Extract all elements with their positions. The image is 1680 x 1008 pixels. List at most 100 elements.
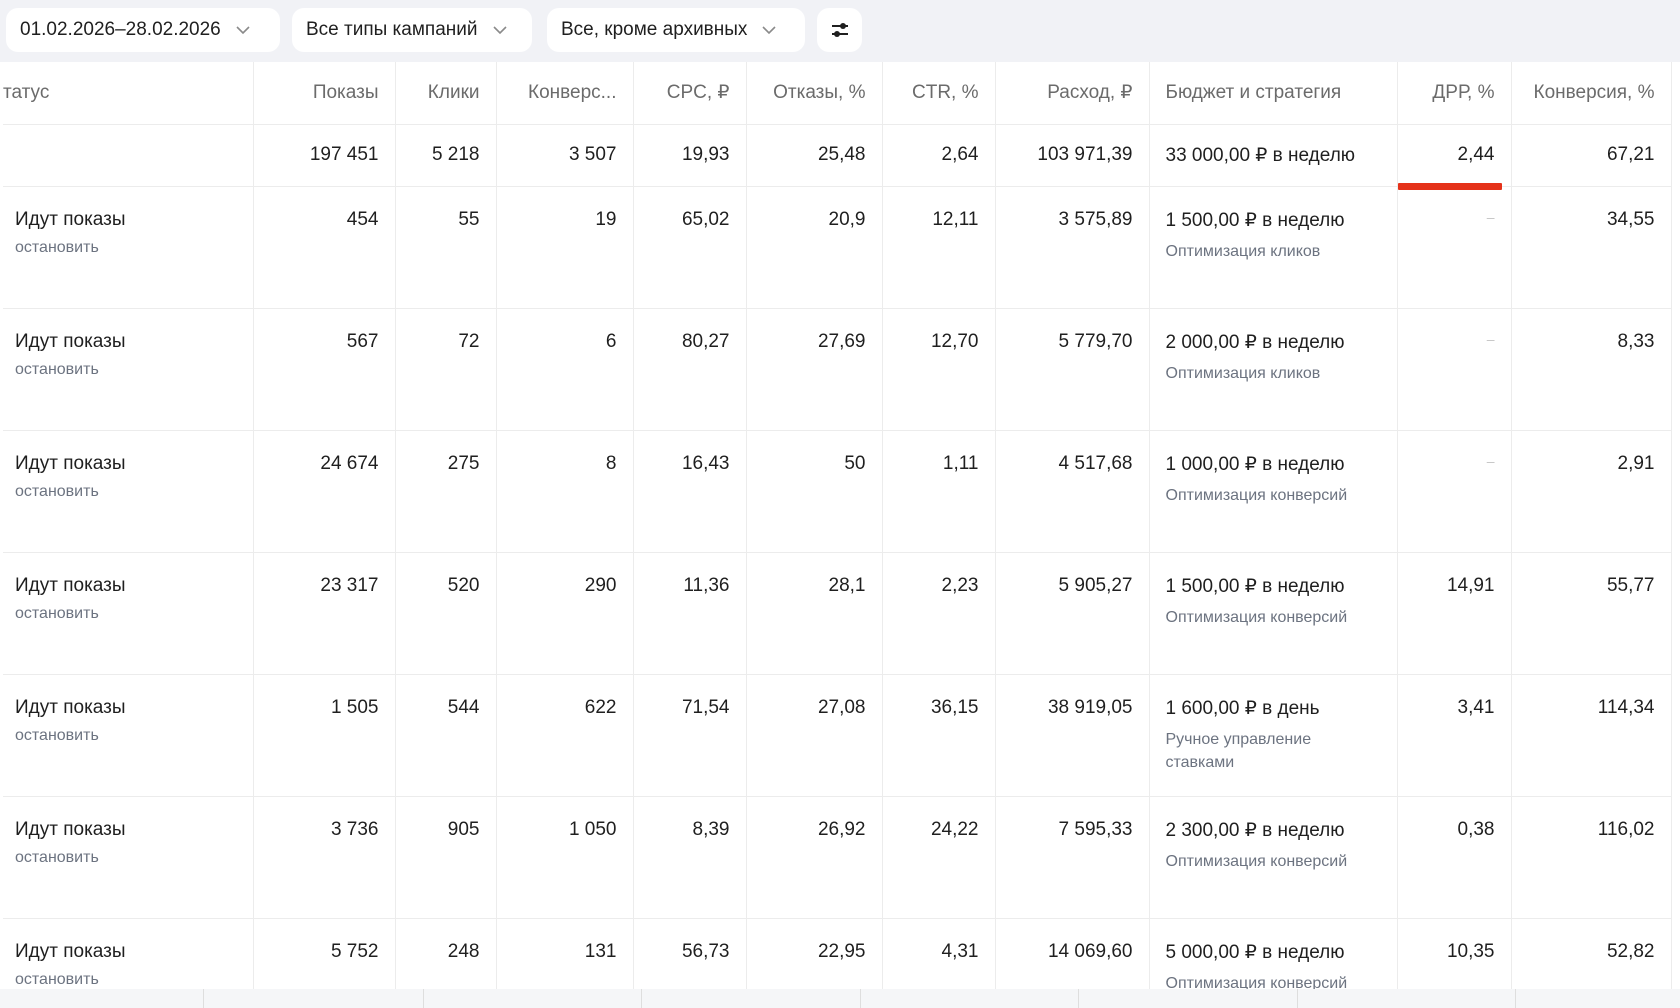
column-header-impressions[interactable]: Показы (253, 62, 396, 125)
strategy-label: Ручное управление ставками (1165, 730, 1312, 771)
budget-cell[interactable]: 2 000,00 ₽ в неделю Оптимизация кликов (1149, 308, 1398, 431)
status-cell: Идут показы остановить (3, 186, 254, 309)
bounces-cell: 27,08 (746, 674, 883, 797)
budget-value: 1 500,00 ₽ в неделю (1165, 575, 1345, 597)
impressions-cell: 5 752 (253, 918, 396, 989)
totals-budget: 33 000,00 ₽ в неделю (1149, 124, 1398, 187)
bounces-cell: 22,95 (746, 918, 883, 989)
table-row[interactable]: Идут показы остановить 1 505 544 622 71,54 27,… (3, 674, 1672, 797)
conversion-rate-cell: 34,55 (1511, 186, 1672, 309)
stop-campaign-link[interactable]: остановить (15, 483, 237, 501)
clicks-cell: 55 (395, 186, 497, 309)
clicks-cell: 905 (395, 796, 497, 919)
status-cell: Идут показы остановить (3, 308, 254, 431)
campaign-type-value: Все типы кампаний (306, 19, 478, 40)
campaign-type-select[interactable]: Все типы кампаний (292, 8, 532, 52)
budget-value: 1 500,00 ₽ в неделю (1165, 209, 1345, 231)
conversion-rate-cell: 52,82 (1511, 918, 1672, 989)
filter-toolbar: 01.02.2026–28.02.2026 Все типы кампаний … (0, 0, 1680, 62)
column-header-spend[interactable]: Расход, ₽ (995, 62, 1150, 125)
drr-cell: 14,91 (1397, 552, 1512, 675)
conversions-cell: 19 (496, 186, 634, 309)
cpc-cell: 8,39 (633, 796, 747, 919)
impressions-cell: 24 674 (253, 430, 396, 553)
budget-cell[interactable]: 1 500,00 ₽ в неделю Оптимизация конверсий (1149, 552, 1398, 675)
drr-cell: – (1397, 186, 1512, 309)
spend-cell: 4 517,68 (995, 430, 1150, 553)
cpc-cell: 65,02 (633, 186, 747, 309)
campaign-table: татус Показы Клики Конверс... CPC, ₽ Отк… (3, 62, 1672, 989)
drr-cell: – (1397, 430, 1512, 553)
table-row[interactable]: Идут показы остановить 567 72 6 80,27 27,69 12,… (3, 308, 1672, 431)
status-label: Идут показы (15, 330, 126, 352)
horizontal-scrollbar-track[interactable] (0, 989, 1680, 1008)
ctr-cell: 1,11 (882, 430, 996, 553)
cpc-cell: 80,27 (633, 308, 747, 431)
status-label: Идут показы (15, 208, 126, 230)
column-header-clicks[interactable]: Клики (395, 62, 497, 125)
drr-highlight-underline (1398, 183, 1502, 190)
budget-cell[interactable]: 1 000,00 ₽ в неделю Оптимизация конверсий (1149, 430, 1398, 553)
column-header-status[interactable]: татус (3, 62, 254, 125)
budget-cell[interactable]: 1 600,00 ₽ в день Ручное управление ставк… (1149, 674, 1398, 797)
totals-drr: 2,44 (1397, 124, 1512, 187)
status-label: Идут показы (15, 452, 126, 474)
totals-status-cell (3, 124, 254, 187)
column-header-ctr[interactable]: CTR, % (882, 62, 996, 125)
date-range-select[interactable]: 01.02.2026–28.02.2026 (6, 8, 280, 52)
clicks-cell: 248 (395, 918, 497, 989)
status-cell: Идут показы остановить (3, 552, 254, 675)
column-header-drr[interactable]: ДРР, % (1397, 62, 1512, 125)
clicks-cell: 544 (395, 674, 497, 797)
archive-filter-select[interactable]: Все, кроме архивных (547, 8, 805, 52)
column-header-cpc[interactable]: CPC, ₽ (633, 62, 747, 125)
bounces-cell: 50 (746, 430, 883, 553)
filter-settings-button[interactable] (817, 8, 862, 52)
stop-campaign-link[interactable]: остановить (15, 971, 237, 989)
budget-value: 5 000,00 ₽ в неделю (1165, 941, 1345, 963)
clicks-cell: 72 (395, 308, 497, 431)
status-cell: Идут показы остановить (3, 796, 254, 919)
drr-cell: 3,41 (1397, 674, 1512, 797)
cpc-cell: 11,36 (633, 552, 747, 675)
table-row[interactable]: Идут показы остановить 5 752 248 131 56,73 22,… (3, 918, 1672, 989)
column-divider-tick (860, 989, 861, 1008)
column-header-conversions[interactable]: Конверс... (496, 62, 634, 125)
cpc-cell: 71,54 (633, 674, 747, 797)
archive-filter-value: Все, кроме архивных (561, 19, 748, 40)
conversion-rate-cell: 114,34 (1511, 674, 1672, 797)
table-row[interactable]: Идут показы остановить 24 674 275 8 16,43 50 1,… (3, 430, 1672, 553)
stop-campaign-link[interactable]: остановить (15, 605, 237, 623)
status-label: Идут показы (15, 574, 126, 596)
spend-cell: 3 575,89 (995, 186, 1150, 309)
column-header-conversion-rate[interactable]: Конверсия, % (1511, 62, 1672, 125)
conversion-rate-cell: 8,33 (1511, 308, 1672, 431)
column-header-budget[interactable]: Бюджет и стратегия (1149, 62, 1398, 125)
drr-cell: 0,38 (1397, 796, 1512, 919)
budget-cell[interactable]: 1 500,00 ₽ в неделю Оптимизация кликов (1149, 186, 1398, 309)
strategy-label: Оптимизация конверсий (1165, 486, 1348, 504)
table-row[interactable]: Идут показы остановить 3 736 905 1 050 8,39 26… (3, 796, 1672, 919)
stop-campaign-link[interactable]: остановить (15, 727, 237, 745)
budget-cell[interactable]: 2 300,00 ₽ в неделю Оптимизация конверсий (1149, 796, 1398, 919)
column-divider-tick (1515, 989, 1516, 1008)
column-header-bounces[interactable]: Отказы, % (746, 62, 883, 125)
chevron-down-icon (492, 26, 507, 35)
ctr-cell: 12,70 (882, 308, 996, 431)
bounces-cell: 26,92 (746, 796, 883, 919)
totals-row: 197 451 5 218 3 507 19,93 25,48 2,64 103… (3, 124, 1672, 187)
column-divider-tick (1078, 989, 1079, 1008)
budget-value: 1 000,00 ₽ в неделю (1165, 453, 1345, 475)
bounces-cell: 28,1 (746, 552, 883, 675)
stop-campaign-link[interactable]: остановить (15, 849, 237, 867)
conversions-cell: 131 (496, 918, 634, 989)
conversions-cell: 1 050 (496, 796, 634, 919)
table-row[interactable]: Идут показы остановить 454 55 19 65,02 20,9 12,… (3, 186, 1672, 309)
status-cell: Идут показы остановить (3, 430, 254, 553)
table-row[interactable]: Идут показы остановить 23 317 520 290 11,36 28… (3, 552, 1672, 675)
spend-cell: 38 919,05 (995, 674, 1150, 797)
stop-campaign-link[interactable]: остановить (15, 239, 237, 257)
stop-campaign-link[interactable]: остановить (15, 361, 237, 379)
strategy-label: Оптимизация конверсий (1165, 852, 1348, 870)
budget-cell[interactable]: 5 000,00 ₽ в неделю Оптимизация конверсий (1149, 918, 1398, 989)
